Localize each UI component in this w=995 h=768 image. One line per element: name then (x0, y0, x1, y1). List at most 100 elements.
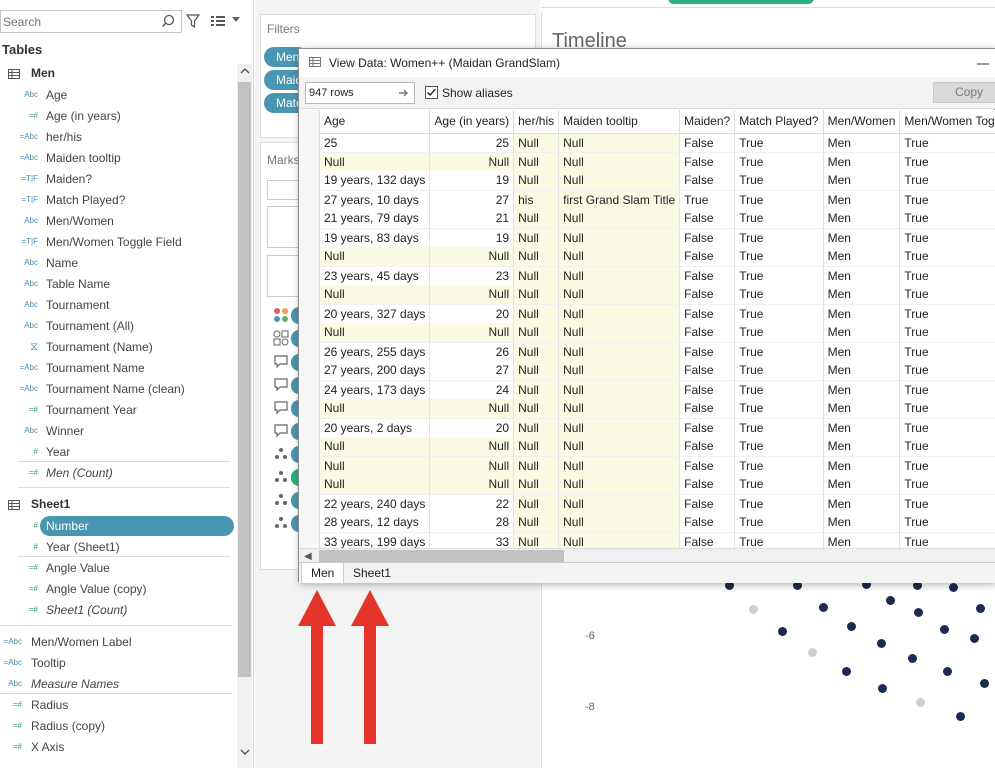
field-tooltip[interactable]: Tooltip (31, 653, 66, 673)
scatter-point[interactable] (908, 654, 917, 663)
column-header[interactable]: Men/Women (823, 110, 901, 134)
field-tournament-name-clean[interactable]: Tournament Name (clean) (46, 379, 185, 399)
scatter-point[interactable] (842, 667, 851, 676)
scatter-point[interactable] (980, 679, 989, 688)
scatter-point[interactable] (878, 684, 887, 693)
field-year-sheet1[interactable]: Year (Sheet1) (46, 537, 120, 557)
field-year[interactable]: Year (46, 442, 70, 462)
chevron-down-icon[interactable] (232, 17, 240, 22)
field-age-in-years[interactable]: Age (in years) (46, 106, 121, 126)
table-row[interactable]: 24 years, 173 days 24 Null Null False True Men… (320, 380, 995, 399)
field-x-axis[interactable]: X Axis (31, 737, 64, 757)
scatter-point[interactable] (749, 605, 758, 614)
field-tournament-name[interactable]: Tournament (Name) (46, 337, 153, 357)
table-row[interactable]: Null Null Null Null False True Men True (320, 399, 995, 419)
field-number[interactable]: Number (40, 516, 234, 536)
field-winner[interactable]: Winner (46, 421, 84, 441)
scatter-point[interactable] (778, 627, 787, 636)
table-row[interactable]: Null Null Null Null False True Men True (320, 456, 995, 475)
scatter-point[interactable] (943, 667, 952, 676)
field-sheet1-count[interactable]: Sheet1 (Count) (46, 600, 127, 620)
list-view-icon[interactable] (210, 14, 226, 28)
field-men-women-label[interactable]: Men/Women Label (31, 632, 132, 652)
table-row[interactable]: 21 years, 79 days 21 Null Null False True Men T… (320, 209, 995, 229)
scatter-point[interactable] (847, 622, 856, 631)
scatter-point[interactable] (916, 698, 925, 707)
rows-count-field[interactable]: 947 rows (305, 82, 415, 104)
table-row[interactable]: 28 years, 12 days 28 Null Null False True Men T… (320, 513, 995, 533)
mark-type-dropdown[interactable] (267, 180, 299, 200)
filter-icon[interactable] (186, 14, 200, 28)
arrow-right-icon[interactable] (398, 87, 410, 99)
field-men-women-toggle-field[interactable]: Men/Women Toggle Field (46, 232, 182, 252)
scatter-point[interactable] (956, 712, 965, 721)
field-men-count[interactable]: Men (Count) (46, 463, 113, 483)
field-her-his[interactable]: her/his (46, 127, 82, 147)
field-table-name[interactable]: Table Name (46, 274, 110, 294)
horizontal-scrollbar[interactable]: ◀ (299, 548, 995, 562)
scatter-point[interactable] (808, 648, 817, 657)
field-angle-value[interactable]: Angle Value (46, 558, 110, 578)
scatter-point[interactable] (914, 608, 923, 617)
table-row[interactable]: Null Null Null Null False True Men True (320, 323, 995, 343)
table-group-sheet1[interactable]: Sheet1 (31, 497, 70, 511)
column-header[interactable]: Men/Women Toggle Field (899, 110, 995, 134)
scrollbar-thumb[interactable] (238, 82, 251, 677)
field-men-women[interactable]: Men/Women (46, 211, 114, 231)
field-tournament-all[interactable]: Tournament (All) (46, 316, 134, 336)
table-row[interactable]: 19 years, 83 days 19 Null Null False True Men T… (320, 228, 995, 247)
field-radius[interactable]: Radius (31, 695, 68, 715)
scatter-point[interactable] (877, 639, 886, 648)
field-measure-names[interactable]: Measure Names (31, 674, 119, 694)
field-age[interactable]: Age (46, 85, 67, 105)
scatter-point[interactable] (976, 604, 985, 613)
green-pill[interactable] (668, 0, 814, 4)
data-grid[interactable]: Age Age (in years) her/his Maiden tooltip Ma… (299, 110, 995, 548)
column-header[interactable]: Maiden tooltip (558, 110, 681, 134)
field-tournament-year[interactable]: Tournament Year (46, 400, 137, 420)
scroll-up-icon[interactable] (240, 67, 250, 75)
scatter-point[interactable] (970, 634, 979, 643)
table-row[interactable]: Null Null Null Null False True Men True (320, 152, 995, 171)
color-shelf-button[interactable] (267, 206, 299, 248)
table-row[interactable]: 22 years, 240 days 22 Null Null False True Men… (320, 494, 995, 513)
table-row[interactable]: 20 years, 327 days 20 Null Null False True Men… (320, 304, 995, 323)
scatter-point[interactable] (949, 583, 958, 592)
scatter-point[interactable] (819, 603, 828, 612)
column-header[interactable]: her/his (513, 110, 560, 134)
chevron-left-icon[interactable]: ◀ (304, 551, 312, 562)
tab-sheet1[interactable]: Sheet1 (344, 563, 400, 584)
field-tournament[interactable]: Tournament (46, 295, 109, 315)
size-shelf-button[interactable] (267, 255, 299, 297)
table-row[interactable]: Null Null Null Null False True Men True (320, 247, 995, 267)
table-row[interactable]: 19 years, 132 days 19 Null Null False True Men… (320, 171, 995, 191)
table-row[interactable]: 20 years, 2 days 20 Null Null False True Men Tr… (320, 418, 995, 437)
table-row[interactable]: 33 years, 199 days 33 Null Null False True Men… (320, 532, 995, 548)
column-header[interactable]: Maiden? (679, 110, 736, 134)
field-maiden-tooltip[interactable]: Maiden tooltip (46, 148, 121, 168)
search-icon[interactable] (161, 14, 175, 28)
table-row[interactable]: 26 years, 255 days 26 Null Null False True Men… (320, 342, 995, 361)
column-header[interactable]: Age (320, 110, 431, 134)
scatter-point[interactable] (886, 596, 895, 605)
field-tournament-name[interactable]: Tournament Name (46, 358, 145, 378)
field-match-played[interactable]: Match Played? (46, 190, 125, 210)
scatter-point[interactable] (940, 625, 949, 634)
table-row[interactable]: Null Null Null Null False True Men True (320, 437, 995, 457)
minimize-icon[interactable] (977, 63, 989, 65)
search-input[interactable] (1, 11, 151, 32)
field-angle-value-copy[interactable]: Angle Value (copy) (46, 579, 147, 599)
field-name[interactable]: Name (46, 253, 78, 273)
table-row[interactable]: 25 25 Null Null False True Men True (320, 133, 995, 153)
table-group-men[interactable]: Men (31, 66, 55, 80)
table-row[interactable]: Null Null Null Null False True Men True (320, 285, 995, 305)
column-header[interactable]: Age (in years) (429, 110, 515, 134)
scroll-down-icon[interactable] (240, 748, 250, 756)
table-row[interactable]: Null Null Null Null False True Men True (320, 475, 995, 495)
scrollbar-thumb[interactable] (319, 550, 564, 562)
table-row[interactable]: 27 years, 10 days 27 his first Grand Slam T… (320, 190, 995, 209)
column-header[interactable]: Match Played? (734, 110, 824, 134)
table-row[interactable]: 27 years, 200 days 27 Null Null False True Men… (320, 361, 995, 381)
tab-men[interactable]: Men (301, 563, 345, 584)
show-aliases-checkbox[interactable] (425, 86, 438, 99)
